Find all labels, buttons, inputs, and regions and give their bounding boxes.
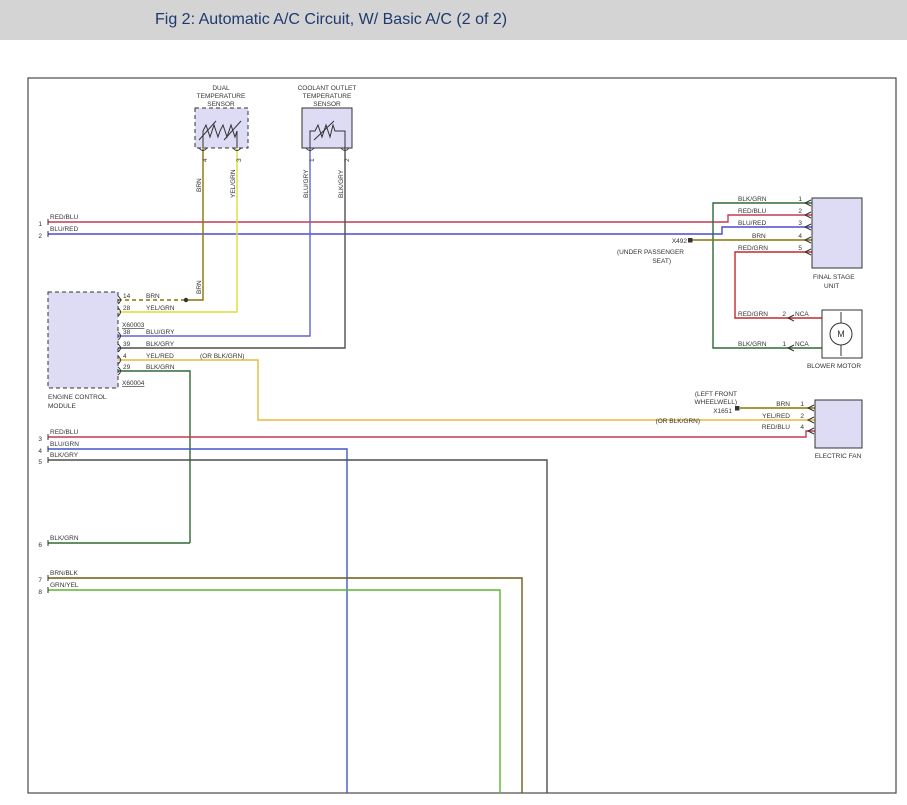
connector-icon xyxy=(688,238,693,243)
diagram-label: 5 xyxy=(798,245,802,252)
diagram-label: 29 xyxy=(123,364,131,371)
diagram-label: SENSOR xyxy=(207,101,235,108)
diagram-label: BRN/BLK xyxy=(50,570,78,577)
diagram-label: BLK/GRY xyxy=(50,452,79,459)
diagram-label: 3 xyxy=(798,220,802,227)
diagram-label: BLK/GRN xyxy=(50,535,79,542)
diagram-label: 38 xyxy=(123,329,131,336)
diagram-label: 7 xyxy=(38,577,42,584)
diagram-label: 4 xyxy=(38,448,42,455)
diagram-label: YEL/GRN xyxy=(146,305,175,312)
junction-dot xyxy=(184,298,188,302)
diagram-label: BLU/GRY xyxy=(303,169,310,198)
diagram-label: 4 xyxy=(123,353,127,360)
diagram-label: 1 xyxy=(782,341,786,348)
diagram-label: BLOWER MOTOR xyxy=(807,363,861,370)
diagram-label: 1 xyxy=(38,221,42,228)
diagram-label: TEMPERATURE xyxy=(303,93,352,100)
diagram-label: YEL/RED xyxy=(762,413,790,420)
diagram-label: BRN xyxy=(752,233,766,240)
diagram-label: YEL/RED xyxy=(146,353,174,360)
wiring-diagram-page: Fig 2: Automatic A/C Circuit, W/ Basic A… xyxy=(0,0,907,805)
diagram-label: BRN xyxy=(146,293,160,300)
diagram-label: DUAL xyxy=(212,85,230,92)
diagram-label: 8 xyxy=(38,589,42,596)
diagram-label: RED/GRN xyxy=(738,245,768,252)
diagram-label: ELECTRIC FAN xyxy=(815,453,862,460)
diagram-label: M xyxy=(837,329,845,339)
diagram-label: 39 xyxy=(123,341,131,348)
diagram-label: NCA xyxy=(795,311,809,318)
diagram-label: 2 xyxy=(344,158,351,162)
connector-icon xyxy=(735,406,740,411)
diagram-border xyxy=(28,78,896,793)
diagram-label: YEL/GRN xyxy=(230,169,237,198)
diagram-label: GRN/YEL xyxy=(50,582,79,589)
diagram-label: 3 xyxy=(236,158,243,162)
diagram-label: 14 xyxy=(123,293,131,300)
diagram-label: BLK/GRY xyxy=(338,169,345,198)
diagram-label: 2 xyxy=(798,208,802,215)
diagram-label: RED/GRN xyxy=(738,311,768,318)
diagram-label: MODULE xyxy=(48,403,76,410)
diagram-label: BLK/GRN xyxy=(146,364,175,371)
diagram-label: 5 xyxy=(38,459,42,466)
diagram-label: 28 xyxy=(123,305,131,312)
diagram-label: (LEFT FRONT xyxy=(695,391,737,398)
diagram-label: BRN xyxy=(196,178,203,192)
diagram-label: 4 xyxy=(202,158,209,162)
diagram-label: (OR BLK/GRN) xyxy=(656,418,700,425)
diagram-label: RED/BLU xyxy=(50,214,78,221)
diagram-label: SEAT) xyxy=(652,258,671,265)
diagram-label: COOLANT OUTLET xyxy=(298,85,357,92)
diagram-label: 1 xyxy=(309,158,316,162)
diagram-label: RED/BLU xyxy=(50,429,78,436)
final-stage-unit-box xyxy=(812,198,862,268)
diagram-label: 4 xyxy=(798,233,802,240)
diagram-label: (OR BLK/GRN) xyxy=(200,353,244,360)
diagram-label: ENGINE CONTROL xyxy=(48,394,107,401)
diagram-label: NCA xyxy=(795,341,809,348)
diagram-label: BRN xyxy=(776,401,790,408)
diagram-label: UNIT xyxy=(824,283,839,290)
diagram-label: X60004 xyxy=(122,380,145,387)
diagram-label: 2 xyxy=(38,233,42,240)
diagram-label: X1651 xyxy=(713,408,732,415)
wiring-diagram-canvas: DUALTEMPERATURESENSORCOOLANT OUTLETTEMPE… xyxy=(0,0,907,805)
diagram-label: 4 xyxy=(800,424,804,431)
diagram-label: RED/BLU xyxy=(762,424,790,431)
diagram-label: FINAL STAGE xyxy=(813,274,855,281)
diagram-label: 6 xyxy=(38,542,42,549)
diagram-label: X492 xyxy=(672,238,688,245)
diagram-label: 1 xyxy=(798,196,802,203)
electric-fan-box xyxy=(815,400,862,448)
diagram-label: 1 xyxy=(800,401,804,408)
diagram-label: (UNDER PASSENGER xyxy=(617,249,684,256)
diagram-label: RED/BLU xyxy=(738,208,766,215)
diagram-label: BLK/GRN xyxy=(738,341,767,348)
diagram-label: 2 xyxy=(782,311,786,318)
diagram-label: WHEELWELL) xyxy=(695,399,738,406)
diagram-label: SENSOR xyxy=(313,101,341,108)
diagram-label: BLU/RED xyxy=(738,220,766,227)
diagram-label: 2 xyxy=(800,413,804,420)
diagram-label: BLU/GRN xyxy=(50,441,79,448)
diagram-label: X60003 xyxy=(122,322,145,329)
diagram-label: BLU/GRY xyxy=(146,329,175,336)
diagram-label: TEMPERATURE xyxy=(197,93,246,100)
diagram-label: BLU/RED xyxy=(50,226,78,233)
diagram-label: BRN xyxy=(196,280,203,294)
diagram-label: BLK/GRY xyxy=(146,341,175,348)
diagram-label: BLK/GRN xyxy=(738,196,767,203)
diagram-label: 3 xyxy=(38,436,42,443)
engine-control-module-box xyxy=(48,292,118,388)
